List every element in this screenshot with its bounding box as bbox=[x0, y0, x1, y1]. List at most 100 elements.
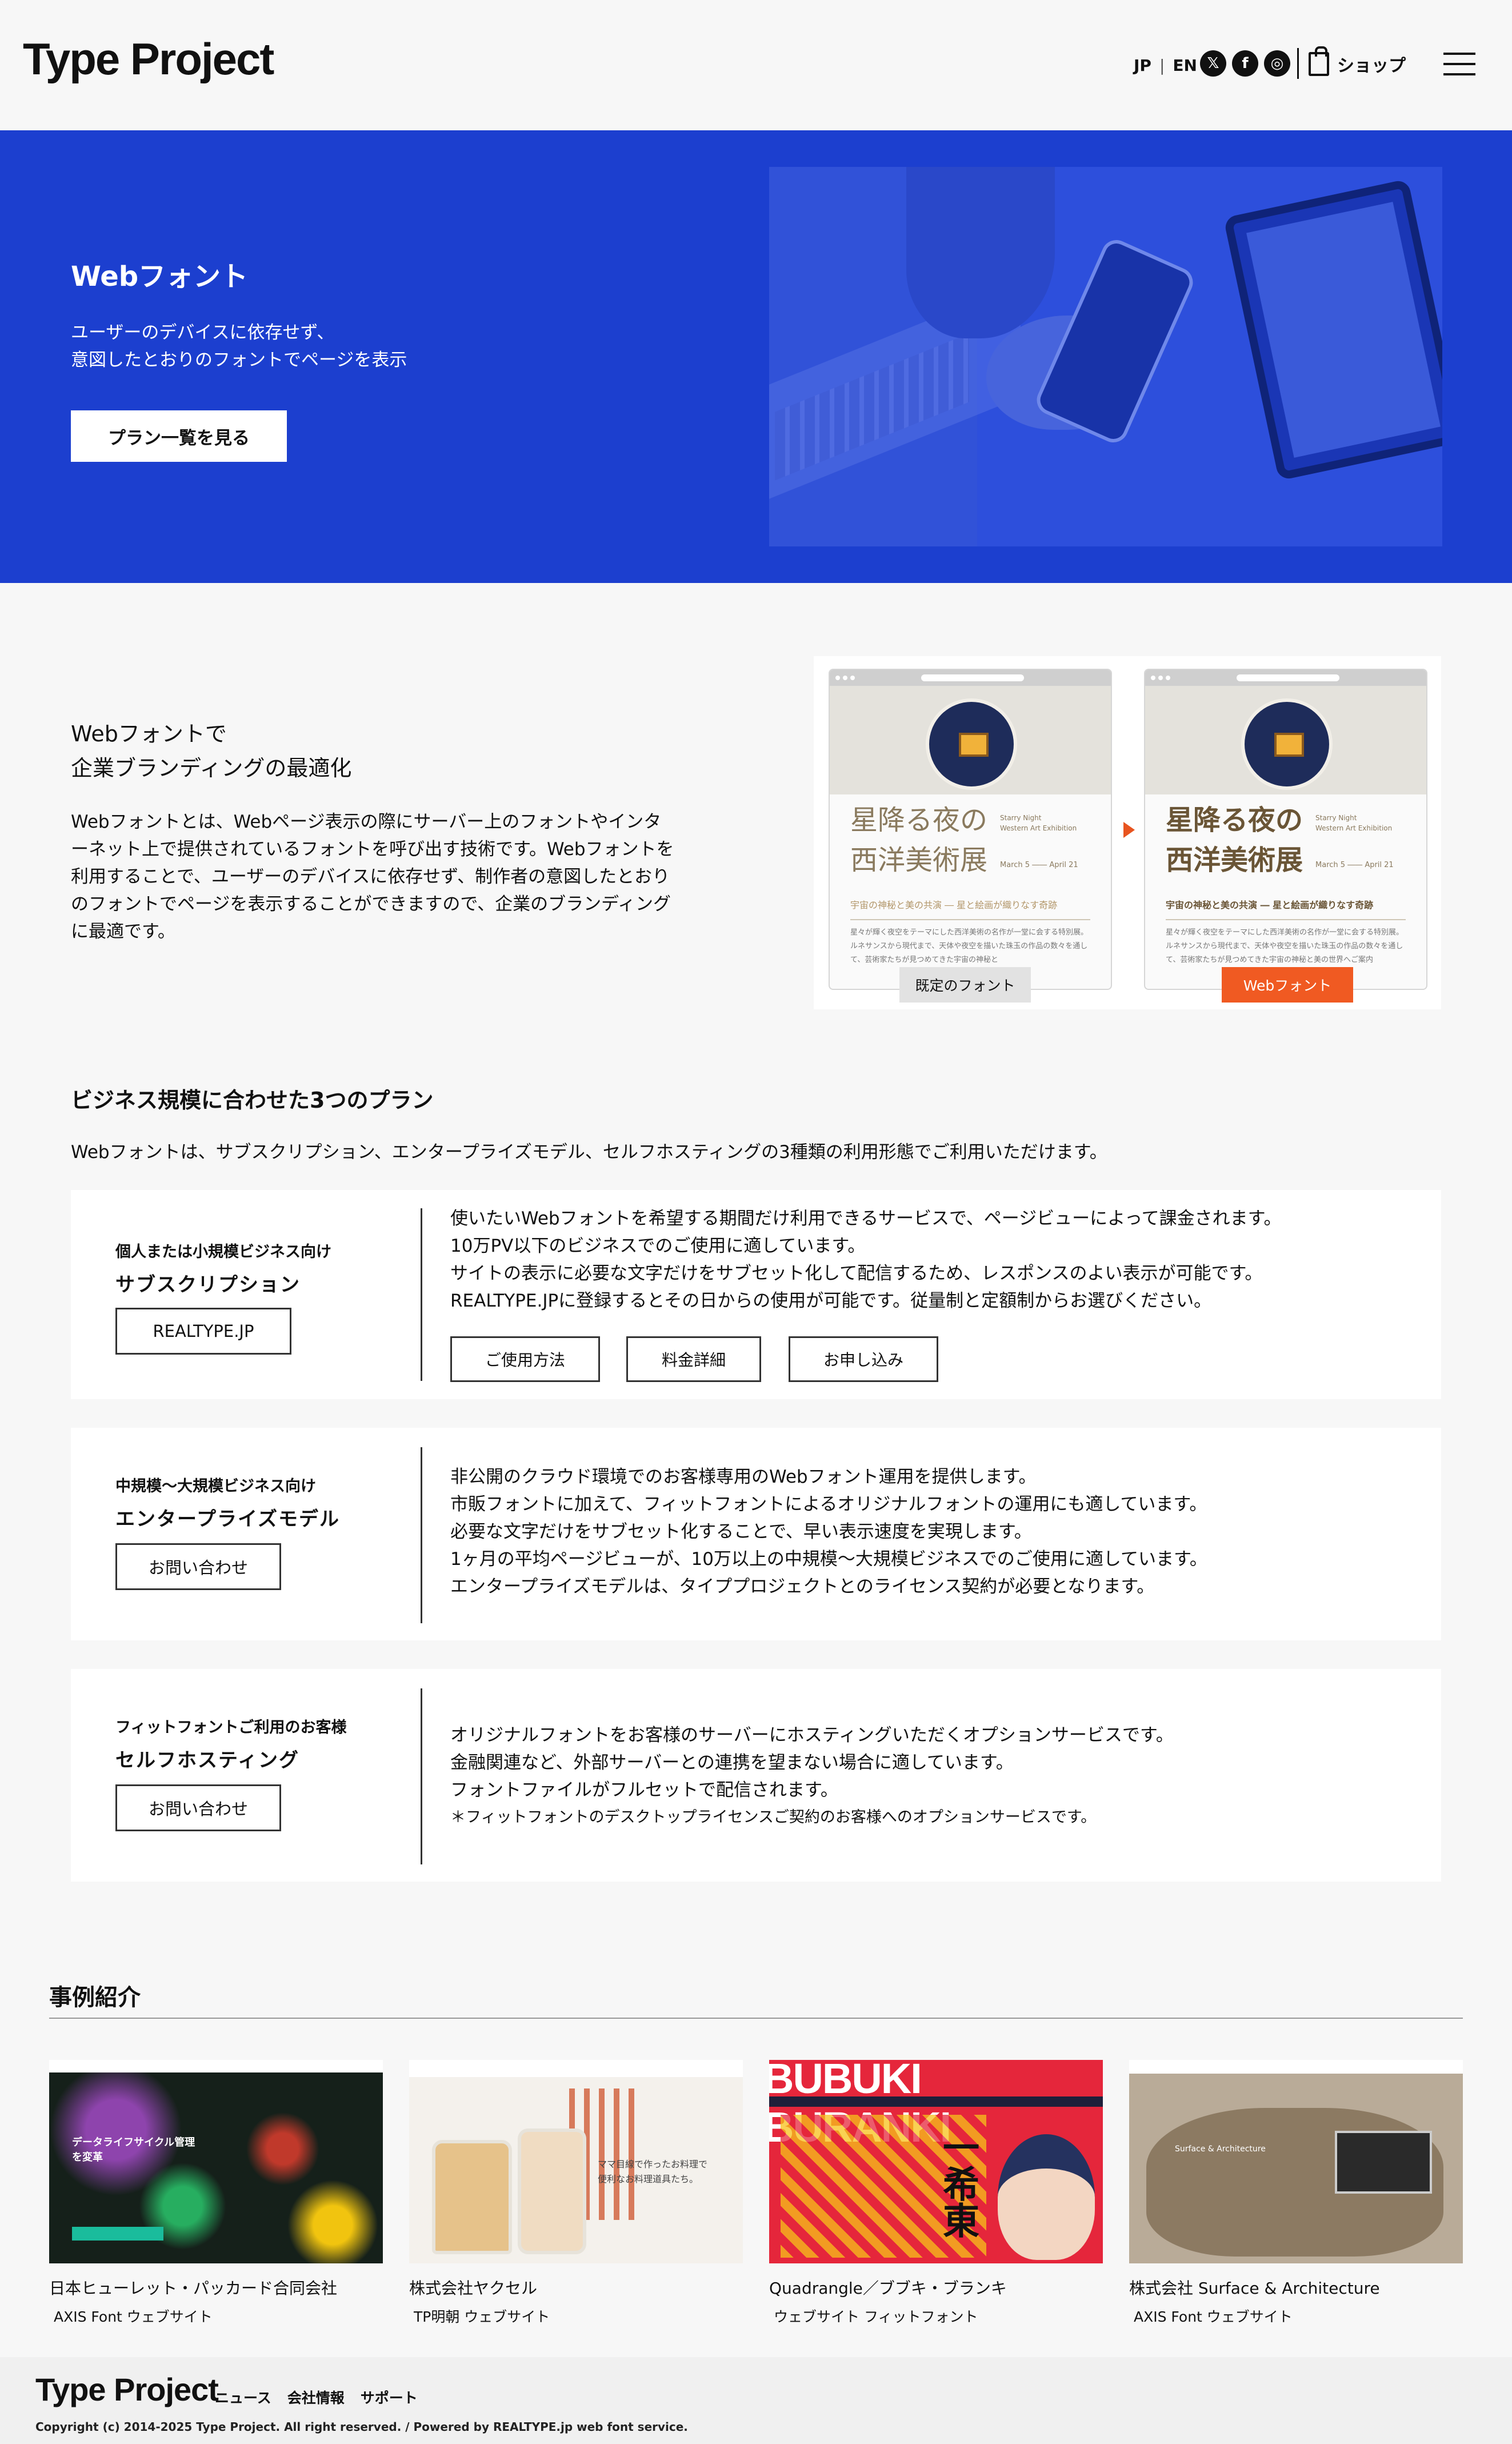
case-detail: ウェブサイト フィットフォント bbox=[774, 2309, 978, 2325]
x-icon[interactable]: 𝕏 bbox=[1200, 50, 1226, 77]
site-logo[interactable]: Type Project bbox=[23, 33, 274, 85]
mock-title: 星降る夜の 西洋美術展 bbox=[1166, 804, 1303, 876]
realtype-link-button[interactable]: REALTYPE.JP bbox=[115, 1308, 291, 1355]
shop-label: ショップ bbox=[1337, 56, 1406, 76]
hero-subtitle: ユーザーのデバイスに依存せず、 意図したとおりのフォントでページを表示 bbox=[71, 319, 407, 374]
case-thumbnail[interactable]: ママ目線で作ったお料理で 便利なお料理道具たち。 bbox=[409, 2060, 743, 2263]
plan-tag: フィットフォントご利用のお客様 bbox=[115, 1719, 347, 1736]
mock-tagline: 宇宙の神秘と美の共演 ― 星と絵画が織りなす奇跡 bbox=[850, 900, 1058, 910]
mock-body: 星々が輝く夜空をテーマにした西洋美術の名作が一堂に会する特別展。ルネサンスから現… bbox=[1166, 928, 1404, 964]
pricing-button[interactable]: 料金詳細 bbox=[626, 1336, 761, 1382]
branding-heading-line: Webフォントで bbox=[71, 721, 227, 746]
copyright: Copyright (c) 2014-2025 Type Project. Al… bbox=[35, 2420, 688, 2434]
hamburger-menu-icon[interactable] bbox=[1443, 53, 1475, 75]
mock-body: 星々が輝く夜空をテーマにした西洋美術の名作が一堂に会する特別展。ルネサンスから現… bbox=[850, 928, 1089, 964]
plans-intro: Webフォントは、サブスクリプション、エンタープライズモデル、セルフホスティング… bbox=[71, 1142, 1107, 1163]
plan-tag: 個人または小規模ビジネス向け bbox=[115, 1243, 331, 1261]
plan-note: ＊フィットフォントのデスクトップライセンスご契約のお客様へのオプションサービスで… bbox=[450, 1808, 1097, 1826]
branding-heading-line: 企業ブランディングの最適化 bbox=[71, 756, 352, 781]
facebook-icon[interactable]: f bbox=[1232, 50, 1258, 77]
lang-jp-link[interactable]: JP bbox=[1134, 56, 1151, 75]
cases-heading: 事例紹介 bbox=[49, 1984, 141, 2011]
paragraph-line: Webフォントとは、Webページ表示の際にサーバー上のフォントやインタ bbox=[71, 812, 662, 832]
plans-heading: ビジネス規模に合わせた3つのプラン bbox=[71, 1088, 434, 1113]
arrow-right-icon bbox=[1123, 822, 1135, 838]
card-divider bbox=[421, 1208, 422, 1381]
plan-description: オリジナルフォントをお客様のサーバーにホスティングいただくオプションサービスです… bbox=[450, 1722, 1174, 1831]
caption-default-font: 既定のフォント bbox=[899, 967, 1031, 1003]
case-card[interactable]: データライフサイクル管理 を変革 日本ヒューレット・パッカード合同会社 AXIS… bbox=[49, 2060, 383, 2326]
footer-link-support[interactable]: サポート bbox=[361, 2387, 418, 2407]
card-divider bbox=[421, 1688, 422, 1864]
plan-description: 非公開のクラウド環境でのお客様専用のWebフォント運用を提供します。 市販フォン… bbox=[450, 1467, 1207, 1597]
thumbnail-overlay-text: ママ目線で作ったお料理で 便利なお料理道具たち。 bbox=[598, 2159, 708, 2185]
painting-emblem-icon bbox=[1241, 698, 1333, 790]
hero-subtitle-line: ユーザーのデバイスに依存せず、 bbox=[71, 322, 335, 343]
case-company: 日本ヒューレット・パッカード合同会社 bbox=[49, 2279, 338, 2298]
footer-link-news[interactable]: ニュース bbox=[215, 2387, 271, 2407]
thumbnail-kanji: 一希東 bbox=[937, 2128, 979, 2238]
painting-emblem-icon bbox=[926, 698, 1017, 790]
case-company: Quadrangle／ブブキ・ブランキ bbox=[769, 2279, 1007, 2298]
case-card[interactable]: Surface & Architecture 株式会社 Surface & Ar… bbox=[1129, 2060, 1463, 2326]
webfont-browser-mock: 星降る夜の 西洋美術展 Starry Night Western Art Exh… bbox=[1144, 669, 1427, 990]
site-header: Type Project JP | EN 𝕏 f ◎ ショップ bbox=[0, 0, 1512, 130]
plan-name: セルフホスティング bbox=[115, 1749, 299, 1772]
lang-separator: | bbox=[1159, 56, 1165, 75]
social-links: 𝕏 f ◎ bbox=[1200, 50, 1290, 77]
site-footer: Type Project ニュース 会社情報 サポート Copyright (c… bbox=[0, 2357, 1512, 2444]
paragraph-line: 利用することで、ユーザーのデバイスに依存せず、制作者の意図したとおり bbox=[71, 866, 670, 887]
branding-paragraph: Webフォントとは、Webページ表示の際にサーバー上のフォントやインタ ーネット… bbox=[71, 808, 705, 945]
card-divider bbox=[421, 1447, 422, 1623]
plan-card-enterprise: 中規模〜大規模ビジネス向け エンタープライズモデル お問い合わせ 非公開のクラウ… bbox=[71, 1428, 1441, 1640]
branding-heading: Webフォントで 企業ブランディングの最適化 bbox=[71, 717, 351, 785]
mock-date: March 5 ―― April 21 bbox=[1315, 861, 1394, 869]
mock-date: March 5 ―― April 21 bbox=[1000, 861, 1078, 869]
case-company: 株式会社ヤクセル bbox=[409, 2279, 538, 2298]
view-plans-button[interactable]: プラン一覧を見る bbox=[71, 410, 287, 462]
language-switcher: JP | EN bbox=[1134, 56, 1197, 75]
hero-section: Webフォント ユーザーのデバイスに依存せず、 意図したとおりのフォントでページ… bbox=[0, 130, 1512, 583]
contact-button[interactable]: お問い合わせ bbox=[115, 1543, 281, 1590]
case-card[interactable]: ママ目線で作ったお料理で 便利なお料理道具たち。 株式会社ヤクセル TP明朝 ウ… bbox=[409, 2060, 743, 2326]
plan-name: サブスクリプション bbox=[115, 1273, 301, 1296]
header-divider bbox=[1297, 48, 1299, 79]
font-comparison-image: 星降る夜の 西洋美術展 Starry Night Western Art Exh… bbox=[814, 656, 1441, 1009]
shop-link[interactable]: ショップ bbox=[1309, 46, 1406, 77]
lang-en-link[interactable]: EN bbox=[1173, 56, 1197, 75]
mock-side-text: Starry Night Western Art Exhibition bbox=[1000, 814, 1077, 832]
case-thumbnail[interactable]: BUBUKI BURANKI 一希東 bbox=[769, 2060, 1103, 2263]
case-detail: AXIS Font ウェブサイト bbox=[54, 2309, 213, 2325]
caption-webfont: Webフォント bbox=[1222, 967, 1353, 1003]
hero-title: Webフォント bbox=[71, 261, 249, 293]
case-detail: TP明朝 ウェブサイト bbox=[414, 2309, 550, 2325]
case-company: 株式会社 Surface & Architecture bbox=[1129, 2279, 1380, 2298]
usage-button[interactable]: ご使用方法 bbox=[450, 1336, 600, 1382]
footer-nav: ニュース 会社情報 サポート bbox=[215, 2387, 418, 2407]
mock-title: 星降る夜の 西洋美術展 bbox=[850, 804, 988, 876]
paragraph-line: のフォントでページを表示することができますので、企業のブランディング bbox=[71, 894, 671, 914]
plan-tag: 中規模〜大規模ビジネス向け bbox=[115, 1477, 316, 1495]
paragraph-line: に最適です。 bbox=[71, 921, 175, 942]
shopping-bag-icon bbox=[1309, 46, 1329, 76]
case-thumbnail[interactable]: データライフサイクル管理 を変革 bbox=[49, 2060, 383, 2263]
thumbnail-overlay-text: データライフサイクル管理 を変革 bbox=[72, 2136, 195, 2163]
case-card[interactable]: BUBUKI BURANKI 一希東 Quadrangle／ブブキ・ブランキ ウ… bbox=[769, 2060, 1103, 2326]
plan-card-subscription: 個人または小規模ビジネス向け サブスクリプション REALTYPE.JP 使いた… bbox=[71, 1190, 1441, 1399]
thumbnail-overlay-text: Surface & Architecture bbox=[1175, 2145, 1266, 2154]
hero-subtitle-line: 意図したとおりのフォントでページを表示 bbox=[71, 350, 407, 370]
case-thumbnail[interactable]: Surface & Architecture bbox=[1129, 2060, 1463, 2263]
plan-description: 使いたいWebフォントを希望する期間だけ利用できるサービスで、ページビューによっ… bbox=[450, 1208, 1282, 1311]
footer-link-company[interactable]: 会社情報 bbox=[287, 2387, 345, 2407]
instagram-icon[interactable]: ◎ bbox=[1264, 50, 1290, 77]
plan-card-self-hosting: フィットフォントご利用のお客様 セルフホスティング お問い合わせ オリジナルフォ… bbox=[71, 1669, 1441, 1882]
mock-tagline: 宇宙の神秘と美の共演 ― 星と絵画が織りなす奇跡 bbox=[1166, 900, 1374, 910]
cases-divider bbox=[49, 2018, 1463, 2019]
mock-side-text: Starry Night Western Art Exhibition bbox=[1315, 814, 1393, 832]
footer-logo[interactable]: Type Project bbox=[35, 2371, 219, 2408]
hero-image bbox=[769, 167, 1442, 546]
plan-name: エンタープライズモデル bbox=[115, 1508, 340, 1531]
contact-button[interactable]: お問い合わせ bbox=[115, 1784, 281, 1831]
case-detail: AXIS Font ウェブサイト bbox=[1134, 2309, 1293, 2325]
apply-button[interactable]: お申し込み bbox=[789, 1336, 938, 1382]
